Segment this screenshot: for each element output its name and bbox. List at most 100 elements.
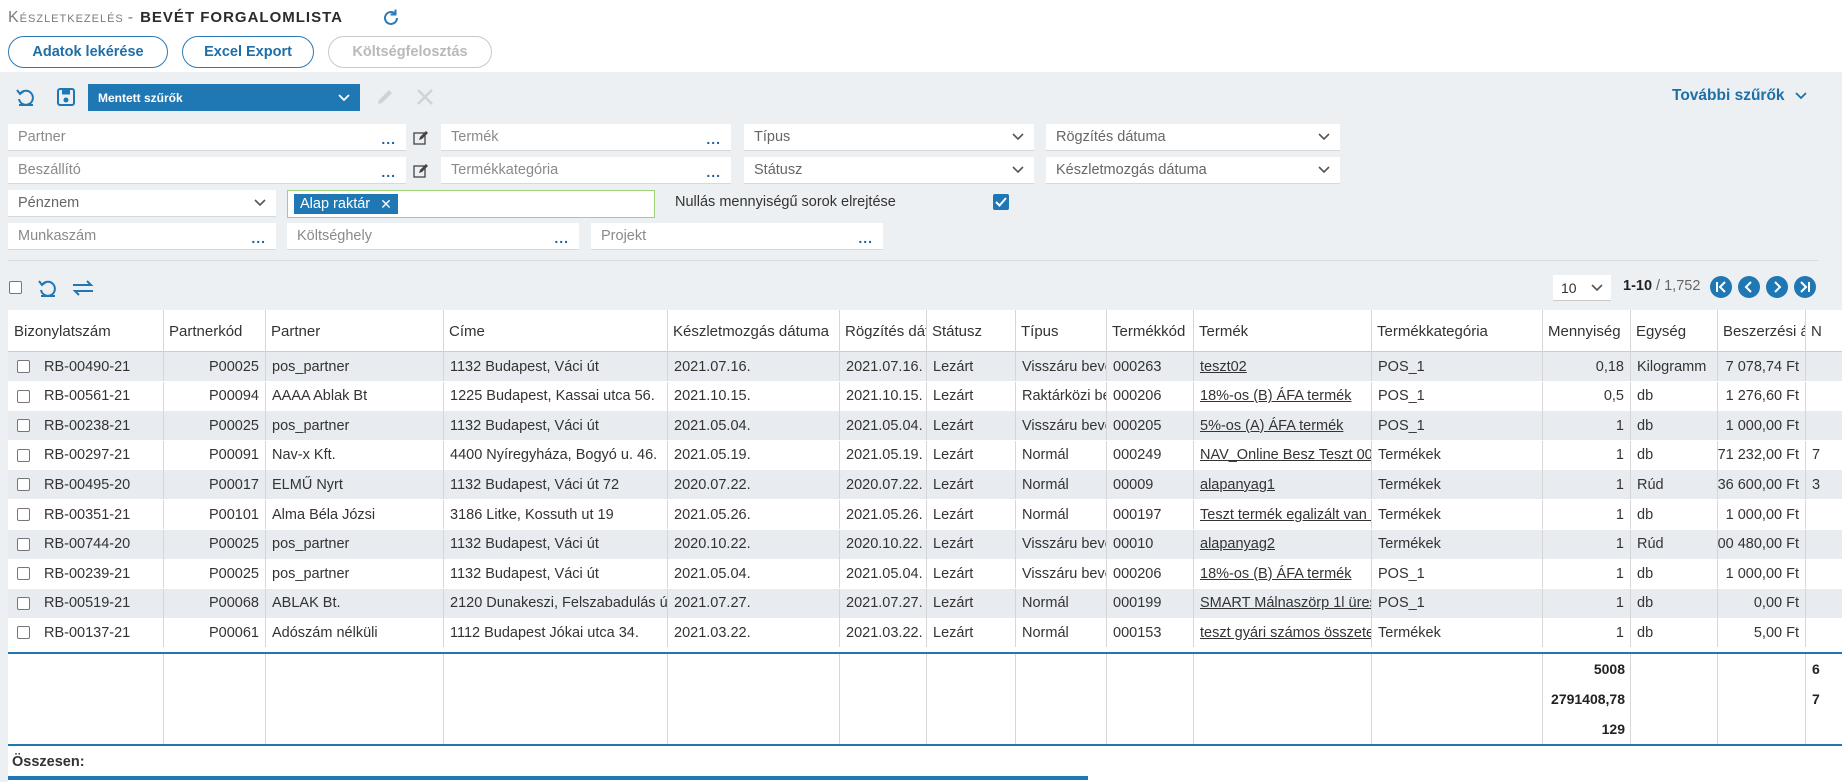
horizontal-scrollbar[interactable] bbox=[8, 776, 1088, 780]
refresh-icon[interactable] bbox=[380, 7, 402, 29]
breadcrumb-module[interactable]: Készletkezelés bbox=[8, 9, 124, 26]
lookup-dots-icon[interactable]: ... bbox=[858, 230, 873, 246]
cell-doc-number: RB-00351-21 bbox=[8, 500, 164, 529]
column-header-partner-code[interactable]: Partnerkód bbox=[164, 310, 266, 352]
table-row[interactable]: RB-00351-21 P00101 Alma Béla Józsi 3186 Lit… bbox=[8, 500, 1842, 529]
edit-icon[interactable] bbox=[413, 163, 429, 179]
cell-partner-code: P00025 bbox=[164, 352, 266, 381]
table-row[interactable]: RB-00238-21 P00025 pos_partner 1132 Budapes… bbox=[8, 411, 1842, 441]
status-select[interactable]: Státusz bbox=[744, 157, 1034, 184]
cell-product-code: 000205 bbox=[1107, 411, 1194, 441]
cell-partner: pos_partner bbox=[266, 411, 444, 441]
table-row[interactable]: RB-00490-21 P00025 pos_partner 1132 Budapes… bbox=[8, 352, 1842, 381]
product-field[interactable]: Termék... bbox=[441, 124, 731, 151]
column-header-product-code[interactable]: Termékkód bbox=[1107, 310, 1194, 352]
first-page-button[interactable] bbox=[1710, 276, 1732, 298]
warehouse-multiselect[interactable]: Alap raktár ✕ bbox=[287, 190, 655, 218]
table-row[interactable]: RB-00239-21 P00025 pos_partner 1132 Budapes… bbox=[8, 559, 1842, 589]
product-link[interactable]: NAV_Online Besz Teszt 001 bbox=[1200, 447, 1371, 463]
product-link[interactable]: Teszt termék egalizált van készlet bbox=[1200, 507, 1371, 523]
column-header-doc-number[interactable]: Bizonylatszám bbox=[8, 310, 164, 352]
grid-header: Bizonylatszám Partnerkód Partner Címe Készle… bbox=[8, 310, 1842, 352]
reset-grid-icon[interactable] bbox=[35, 275, 61, 301]
cell-movement-date: 2020.10.22. bbox=[668, 529, 840, 559]
excel-export-button[interactable]: Excel Export bbox=[182, 36, 314, 68]
column-header-product-category[interactable]: Termékkategória bbox=[1372, 310, 1543, 352]
hide-zero-rows-checkbox[interactable] bbox=[993, 194, 1009, 210]
cell-type: Normál bbox=[1016, 618, 1107, 648]
column-header-type[interactable]: Típus bbox=[1016, 310, 1107, 352]
cell-product: Teszt termék egalizált van készlet bbox=[1194, 500, 1372, 529]
last-page-button[interactable] bbox=[1794, 276, 1816, 298]
column-header-address[interactable]: Címe bbox=[444, 310, 668, 352]
cell-movement-date: 2021.05.04. bbox=[668, 411, 840, 441]
lookup-dots-icon[interactable]: ... bbox=[706, 164, 721, 180]
column-header-extra[interactable]: N bbox=[1806, 310, 1842, 352]
job-number-field[interactable]: Munkaszám... bbox=[8, 223, 276, 250]
next-page-button[interactable] bbox=[1766, 276, 1788, 298]
cell-type: Visszáru bevét bbox=[1016, 411, 1107, 441]
job-number-placeholder: Munkaszám bbox=[18, 228, 97, 244]
type-select[interactable]: Típus bbox=[744, 124, 1034, 151]
prev-page-button[interactable] bbox=[1738, 276, 1760, 298]
lookup-dots-icon[interactable]: ... bbox=[381, 131, 396, 147]
column-header-movement-date[interactable]: Készletmozgás dátuma bbox=[668, 310, 840, 352]
cost-center-field[interactable]: Költséghely... bbox=[287, 223, 579, 250]
reset-filters-icon[interactable] bbox=[13, 84, 39, 110]
more-filters-toggle[interactable]: További szűrők bbox=[1672, 87, 1807, 105]
cell-extra bbox=[1806, 500, 1842, 529]
cell-product-category: POS_1 bbox=[1372, 559, 1543, 589]
warehouse-tag[interactable]: Alap raktár ✕ bbox=[294, 194, 398, 214]
table-row[interactable]: RB-00137-21 P00061 Adószám nélküli 1112 Bud… bbox=[8, 618, 1842, 648]
column-header-status[interactable]: Státusz bbox=[927, 310, 1016, 352]
partner-field[interactable]: Partner... bbox=[8, 124, 406, 151]
chevron-down-icon bbox=[1012, 133, 1024, 141]
product-link[interactable]: 18%-os (B) ÁFA termék bbox=[1200, 566, 1352, 582]
record-date-select[interactable]: Rögzítés dátuma bbox=[1046, 124, 1340, 151]
movement-date-select[interactable]: Készletmozgás dátuma bbox=[1046, 157, 1340, 184]
lookup-dots-icon[interactable]: ... bbox=[381, 164, 396, 180]
lookup-dots-icon[interactable]: ... bbox=[706, 131, 721, 147]
product-link[interactable]: SMART Málnaszörp 1l üres bbox=[1200, 595, 1371, 611]
table-row[interactable]: RB-00519-21 P00068 ABLAK Bt. 2120 Dunakeszi… bbox=[8, 588, 1842, 618]
table-row[interactable]: RB-00744-20 P00025 pos_partner 1132 Budapes… bbox=[8, 529, 1842, 559]
column-header-purchase-price[interactable]: Beszerzési ár bbox=[1718, 310, 1806, 352]
edit-icon[interactable] bbox=[413, 130, 429, 146]
page-size-select[interactable]: 10 bbox=[1553, 275, 1611, 301]
product-link[interactable]: alapanyag1 bbox=[1200, 477, 1275, 493]
cell-quantity: 1 bbox=[1543, 470, 1631, 500]
lookup-dots-icon[interactable]: ... bbox=[554, 230, 569, 246]
partner-placeholder: Partner bbox=[18, 129, 66, 145]
product-link[interactable]: alapanyag2 bbox=[1200, 536, 1275, 552]
column-header-partner[interactable]: Partner bbox=[266, 310, 444, 352]
save-filter-icon[interactable] bbox=[53, 84, 79, 110]
project-field[interactable]: Projekt... bbox=[591, 223, 883, 250]
product-category-field[interactable]: Termékkategória... bbox=[441, 157, 731, 184]
currency-select[interactable]: Pénznem bbox=[8, 190, 276, 217]
cell-partner: AAAA Ablak Bt bbox=[266, 381, 444, 411]
remove-tag-icon[interactable]: ✕ bbox=[380, 196, 392, 213]
cell-doc-number: RB-00238-21 bbox=[8, 411, 164, 441]
cell-address: 1132 Budapest, Váci út bbox=[444, 559, 668, 589]
swap-columns-icon[interactable] bbox=[70, 275, 96, 301]
supplier-field[interactable]: Beszállító... bbox=[8, 157, 406, 184]
column-header-quantity[interactable]: Mennyiség bbox=[1543, 310, 1631, 352]
saved-filters-select[interactable]: Mentett szűrők bbox=[88, 84, 360, 111]
fetch-data-button[interactable]: Adatok lekérése bbox=[8, 36, 168, 68]
column-header-product[interactable]: Termék bbox=[1194, 310, 1372, 352]
select-all-checkbox[interactable] bbox=[9, 281, 22, 294]
cell-unit: Kilogramm bbox=[1631, 352, 1718, 381]
lookup-dots-icon[interactable]: ... bbox=[251, 230, 266, 246]
product-link[interactable]: teszt02 bbox=[1200, 359, 1247, 375]
product-link[interactable]: 18%-os (B) ÁFA termék bbox=[1200, 388, 1352, 404]
column-header-record-date[interactable]: Rögzítés dátuma bbox=[840, 310, 927, 352]
table-row[interactable]: RB-00297-21 P00091 Nav-x Kft. 4400 Nyíregyh… bbox=[8, 440, 1842, 470]
product-link[interactable]: teszt gyári számos összetevő bbox=[1200, 625, 1371, 641]
product-link[interactable]: 5%-os (A) ÁFA termék bbox=[1200, 418, 1343, 434]
cell-doc-number: RB-00297-21 bbox=[8, 440, 164, 470]
cell-type: Raktárközi bevét bbox=[1016, 381, 1107, 411]
cell-unit: db bbox=[1631, 588, 1718, 618]
table-row[interactable]: RB-00561-21 P00094 AAAA Ablak Bt 1225 Budap… bbox=[8, 381, 1842, 411]
table-row[interactable]: RB-00495-20 P00017 ELMŰ Nyrt 1132 Budapest,… bbox=[8, 470, 1842, 500]
column-header-unit[interactable]: Egység bbox=[1631, 310, 1718, 352]
